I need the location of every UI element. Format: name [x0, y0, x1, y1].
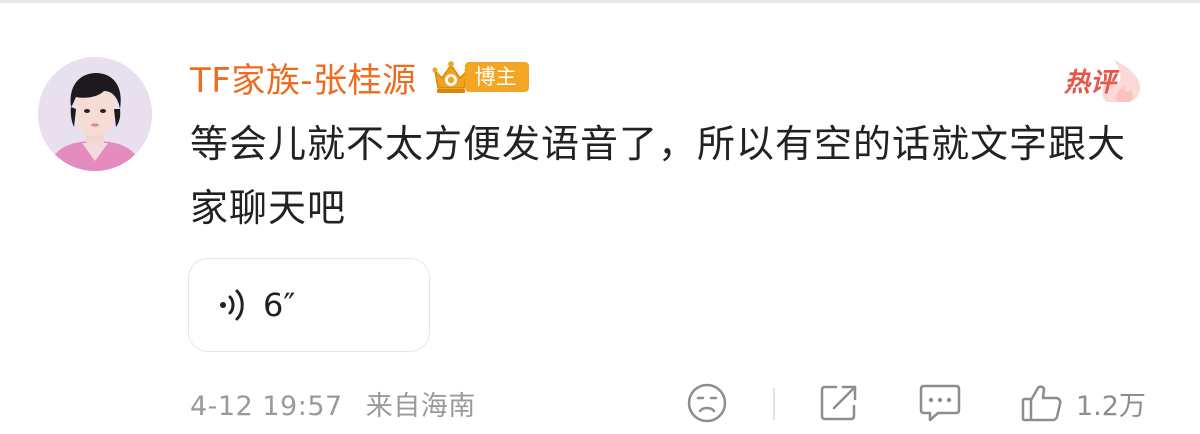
- share-button[interactable]: [818, 380, 860, 426]
- username-link[interactable]: TF家族-张桂源: [190, 53, 417, 102]
- badge-label: 博主: [464, 62, 529, 92]
- thumbs-up-icon: [1021, 385, 1062, 422]
- voice-duration: 6″: [263, 286, 296, 324]
- comment-text: 等会儿就不太方便发语音了，所以有空的话就文字跟大家聊天吧: [190, 122, 1127, 230]
- voice-message[interactable]: 6″: [188, 258, 430, 352]
- avatar-image: [38, 57, 152, 171]
- sound-wave-icon: [220, 289, 244, 321]
- top-divider: [0, 0, 1200, 3]
- author-row: TF家族-张桂源 博主: [190, 52, 529, 102]
- reply-button[interactable]: [918, 380, 962, 426]
- like-button[interactable]: 1.2万: [1020, 380, 1146, 426]
- action-divider: [773, 388, 775, 420]
- like-count: 1.2万: [1076, 390, 1146, 422]
- sad-face-icon: [687, 383, 727, 423]
- avatar[interactable]: [38, 57, 152, 171]
- hot-label: 热评: [1064, 68, 1117, 98]
- share-icon: [820, 385, 857, 421]
- blogger-badge[interactable]: 博主: [431, 57, 529, 97]
- comment-bubble-icon: [919, 384, 961, 422]
- hot-comment-badge: 热评: [1048, 58, 1144, 104]
- action-bar: 1.2万: [0, 380, 1200, 426]
- emoji-button[interactable]: [686, 380, 728, 426]
